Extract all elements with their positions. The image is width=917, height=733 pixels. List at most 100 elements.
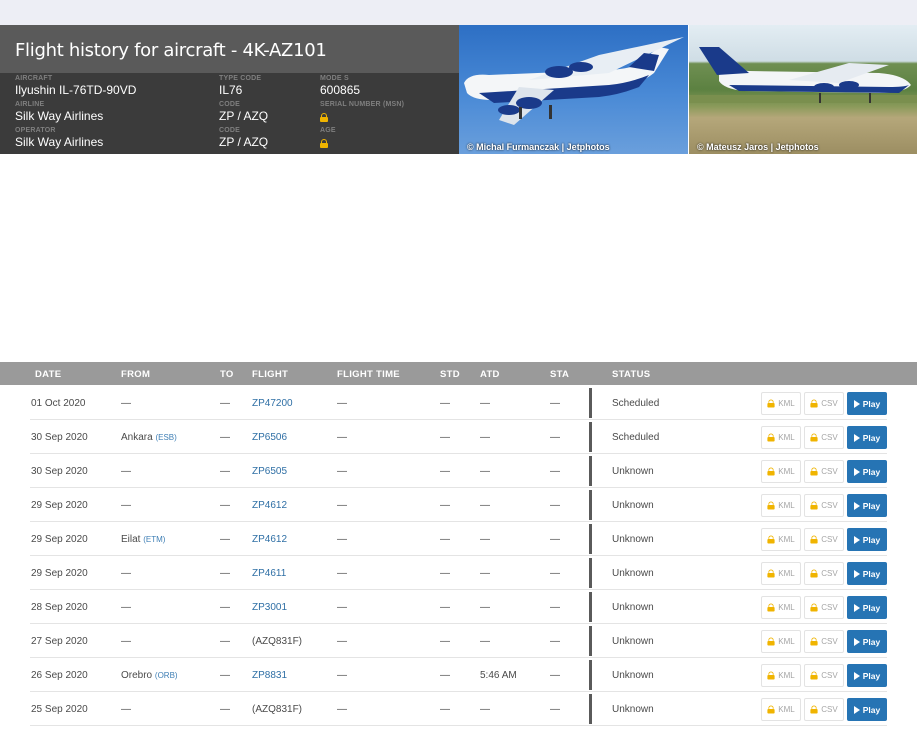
cell-from: Orebro (ORB) — [121, 670, 178, 681]
play-button[interactable]: Play — [847, 630, 887, 653]
kml-button[interactable]: KML — [761, 698, 801, 721]
csv-button[interactable]: CSV — [804, 698, 844, 721]
column-header-sta[interactable]: STA — [550, 369, 569, 380]
cell-atd: — — [480, 636, 490, 647]
cell-std: — — [440, 602, 450, 613]
mode-s-value: 600865 — [320, 83, 361, 97]
lock-icon — [810, 433, 818, 442]
table-row[interactable]: 26 Sep 2020 Orebro (ORB) — ZP8831 — — 5:… — [0, 658, 917, 692]
kml-button[interactable]: KML — [761, 562, 801, 585]
lock-icon[interactable] — [320, 139, 328, 148]
cell-to: — — [220, 466, 230, 477]
cell-flight-time: — — [337, 568, 347, 579]
cell-flight[interactable]: ZP47200 — [252, 398, 293, 409]
table-row[interactable]: 30 Sep 2020 Ankara (ESB) — ZP6506 — — — … — [0, 420, 917, 454]
table-row[interactable]: 25 Sep 2020 — — (AZQ831F) — — — — Unknow… — [0, 692, 917, 726]
column-header-flight-time[interactable]: FLIGHT TIME — [337, 369, 400, 380]
csv-button[interactable]: CSV — [804, 528, 844, 551]
kml-button[interactable]: KML — [761, 494, 801, 517]
cell-flight[interactable]: ZP4611 — [252, 568, 286, 579]
play-button[interactable]: Play — [847, 494, 887, 517]
cell-flight[interactable]: ZP3001 — [252, 602, 287, 613]
cell-sta: — — [550, 500, 560, 511]
cell-flight-time: — — [337, 432, 347, 443]
play-button[interactable]: Play — [847, 426, 887, 449]
play-button[interactable]: Play — [847, 698, 887, 721]
cell-std: — — [440, 636, 450, 647]
table-row[interactable]: 29 Sep 2020 — — ZP4611 — — — — Unknown K… — [0, 556, 917, 590]
csv-button[interactable]: CSV — [804, 562, 844, 585]
play-button[interactable]: Play — [847, 392, 887, 415]
cell-flight-time: — — [337, 704, 347, 715]
kml-button[interactable]: KML — [761, 596, 801, 619]
play-button[interactable]: Play — [847, 528, 887, 551]
photo-credit: © Mateusz Jaros | Jetphotos — [697, 142, 819, 152]
status-divider — [589, 456, 592, 486]
csv-label: CSV — [821, 467, 838, 476]
kml-button[interactable]: KML — [761, 664, 801, 687]
column-header-status[interactable]: STATUS — [612, 369, 650, 380]
column-header-to[interactable]: TO — [220, 369, 234, 380]
play-button[interactable]: Play — [847, 562, 887, 585]
cell-std: — — [440, 670, 450, 681]
cell-from-code[interactable]: (ETM) — [143, 535, 165, 544]
aircraft-photo-2[interactable]: © Mateusz Jaros | Jetphotos — [689, 25, 917, 154]
column-header-atd[interactable]: ATD — [480, 369, 500, 380]
table-row[interactable]: 29 Sep 2020 Eilat (ETM) — ZP4612 — — — —… — [0, 522, 917, 556]
table-row[interactable]: 27 Sep 2020 — — (AZQ831F) — — — — Unknow… — [0, 624, 917, 658]
play-button[interactable]: Play — [847, 664, 887, 687]
csv-button[interactable]: CSV — [804, 630, 844, 653]
cell-flight[interactable]: ZP4612 — [252, 534, 287, 545]
lock-icon — [810, 637, 818, 646]
cell-status: Unknown — [612, 636, 654, 647]
photo-credit: © Michal Furmanczak | Jetphotos — [467, 142, 610, 152]
kml-button[interactable]: KML — [761, 426, 801, 449]
play-icon — [853, 399, 860, 408]
age-field: AGE — [320, 127, 336, 153]
column-header-flight[interactable]: FLIGHT — [252, 369, 288, 380]
cell-flight[interactable]: ZP6505 — [252, 466, 287, 477]
csv-button[interactable]: CSV — [804, 494, 844, 517]
lock-icon[interactable] — [320, 113, 328, 122]
csv-button[interactable]: CSV — [804, 460, 844, 483]
csv-button[interactable]: CSV — [804, 596, 844, 619]
table-row[interactable]: 30 Sep 2020 — — ZP6505 — — — — Unknown K… — [0, 454, 917, 488]
lock-icon — [810, 671, 818, 680]
cell-flight[interactable]: ZP4612 — [252, 500, 287, 511]
csv-button[interactable]: CSV — [804, 664, 844, 687]
cell-to: — — [220, 432, 230, 443]
kml-button[interactable]: KML — [761, 460, 801, 483]
cell-from-code[interactable]: (ESB) — [155, 433, 176, 442]
kml-label: KML — [778, 671, 795, 680]
column-header-from[interactable]: FROM — [121, 369, 150, 380]
airline-value: Silk Way Airlines — [15, 109, 104, 123]
table-row[interactable]: 01 Oct 2020 — — ZP47200 — — — — Schedule… — [0, 386, 917, 420]
lock-icon — [767, 603, 775, 612]
kml-button[interactable]: KML — [761, 392, 801, 415]
play-label: Play — [862, 466, 881, 477]
kml-button[interactable]: KML — [761, 528, 801, 551]
operator-code-label: Code — [219, 127, 241, 134]
cell-from-code[interactable]: (ORB) — [155, 671, 178, 680]
column-header-date[interactable]: DATE — [35, 369, 61, 380]
aircraft-photo-1[interactable]: © Michal Furmanczak | Jetphotos — [459, 25, 688, 154]
play-button[interactable]: Play — [847, 460, 887, 483]
csv-button[interactable]: CSV — [804, 392, 844, 415]
cell-flight[interactable]: ZP6506 — [252, 432, 287, 443]
play-label: Play — [862, 398, 881, 409]
cell-flight[interactable]: ZP8831 — [252, 670, 287, 681]
status-divider — [589, 558, 592, 588]
cell-date: 29 Sep 2020 — [31, 534, 88, 545]
csv-button[interactable]: CSV — [804, 426, 844, 449]
column-header-std[interactable]: STD — [440, 369, 460, 380]
play-button[interactable]: Play — [847, 596, 887, 619]
table-header: DATE FROM TO FLIGHT FLIGHT TIME STD ATD … — [0, 362, 917, 385]
cell-to: — — [220, 568, 230, 579]
table-row[interactable]: 29 Sep 2020 — — ZP4612 — — — — Unknown K… — [0, 488, 917, 522]
airline-field: AIRLINE Silk Way Airlines — [15, 101, 103, 123]
cell-status: Unknown — [612, 500, 654, 511]
table-row[interactable]: 28 Sep 2020 — — ZP3001 — — — — Unknown K… — [0, 590, 917, 624]
cell-sta: — — [550, 568, 560, 579]
operator-value: Silk Way Airlines — [15, 135, 104, 149]
kml-button[interactable]: KML — [761, 630, 801, 653]
